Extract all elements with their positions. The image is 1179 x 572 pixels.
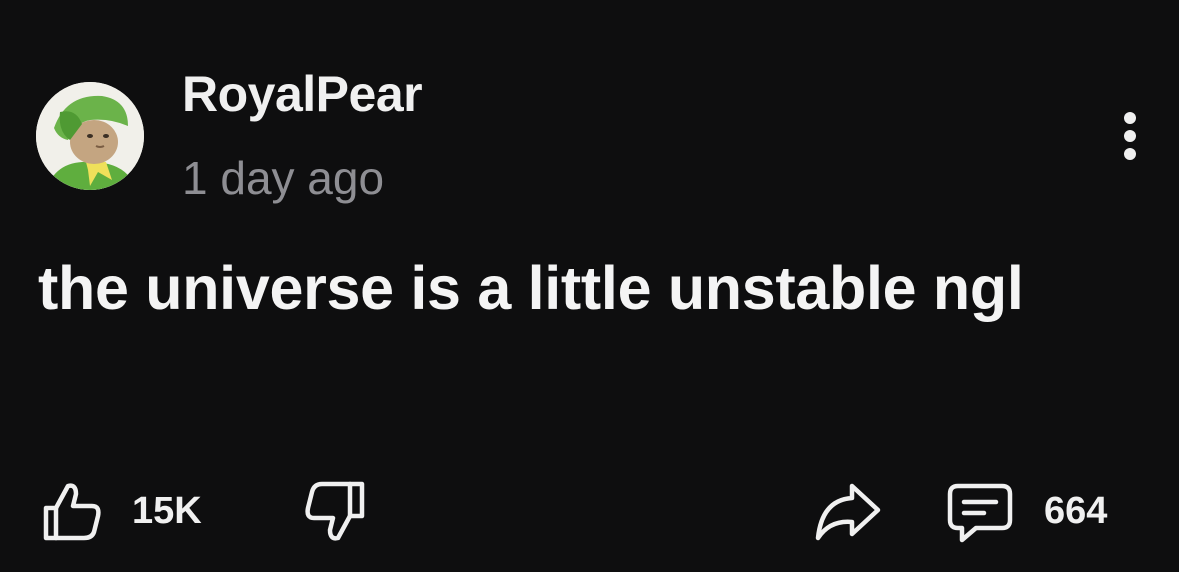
upvote-button[interactable]: 15K <box>38 478 202 544</box>
downvote-button[interactable] <box>300 478 368 544</box>
thumbs-up-icon <box>43 483 101 541</box>
vertical-ellipsis-icon <box>1124 112 1136 160</box>
post-body-text: the universe is a little unstable ngl <box>38 254 1024 322</box>
share-button[interactable] <box>812 478 884 544</box>
comment-bubble-icon <box>947 483 1013 543</box>
comments-button[interactable]: 664 <box>944 478 1107 544</box>
more-options-button[interactable] <box>1108 108 1152 168</box>
share-arrow-icon <box>815 483 881 541</box>
comment-count: 664 <box>1044 489 1108 532</box>
upvote-count: 15K <box>132 489 202 532</box>
thumbs-down-icon <box>305 481 365 541</box>
avatar[interactable] <box>36 82 144 190</box>
green-hat-character-icon <box>36 82 144 190</box>
post-timestamp: 1 day ago <box>182 152 385 204</box>
post-author[interactable]: RoyalPear <box>182 64 423 124</box>
